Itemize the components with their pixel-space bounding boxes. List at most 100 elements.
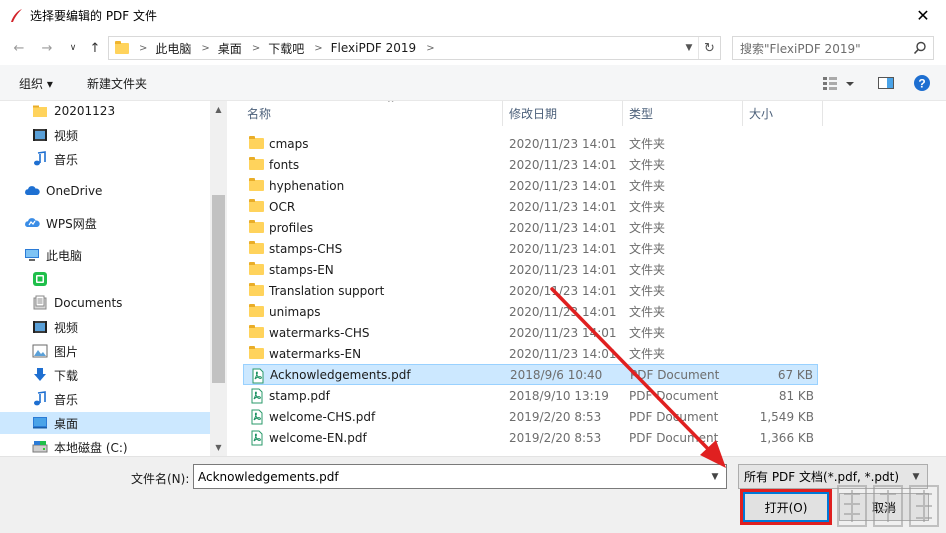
view-options-icon[interactable] bbox=[822, 74, 856, 92]
folder-icon bbox=[249, 220, 265, 234]
chevron-down-icon[interactable]: ▼ bbox=[706, 465, 724, 488]
up-button[interactable]: ↑ bbox=[86, 39, 104, 57]
folder-icon bbox=[249, 304, 265, 318]
column-header-name[interactable]: 名称 ^ bbox=[247, 101, 502, 126]
sidebar-item[interactable]: WPS网盘 bbox=[0, 212, 210, 234]
file-type: 文件夹 bbox=[629, 305, 666, 319]
sidebar-item[interactable]: 图片 bbox=[0, 340, 210, 362]
file-row[interactable]: stamps-CHS 2020/11/23 14:01 文件夹 bbox=[243, 238, 818, 259]
folder-icon bbox=[249, 136, 265, 150]
chevron-right-icon: > bbox=[426, 42, 435, 54]
sidebar-item[interactable]: 本地磁盘 (C:) bbox=[0, 436, 210, 456]
scroll-down-arrow-icon[interactable]: ▼ bbox=[210, 439, 227, 456]
sidebar-item[interactable]: 音乐 bbox=[0, 388, 210, 410]
column-divider[interactable] bbox=[622, 101, 623, 126]
file-name: fonts bbox=[269, 157, 300, 172]
file-row[interactable]: watermarks-EN 2020/11/23 14:01 文件夹 bbox=[243, 343, 818, 364]
file-name: cmaps bbox=[269, 136, 309, 151]
address-bar[interactable]: > 此电脑 > 桌面 > 下载吧 > FlexiPDF 2019 > ▼ ↻ bbox=[108, 36, 721, 60]
file-modified-date: 2019/2/20 8:53 bbox=[509, 430, 602, 445]
file-row[interactable]: unimaps 2020/11/23 14:01 文件夹 bbox=[243, 301, 818, 322]
forward-button[interactable]: → bbox=[38, 39, 56, 57]
column-size-label: 大小 bbox=[749, 107, 774, 121]
file-modified-date: 2020/11/23 14:01 bbox=[509, 304, 617, 319]
sidebar-item[interactable]: OneDrive bbox=[0, 180, 210, 202]
file-name: welcome-CHS.pdf bbox=[269, 409, 376, 424]
file-row[interactable]: welcome-CHS.pdf 2019/2/20 8:53 PDF Documen… bbox=[243, 406, 818, 427]
preview-pane-icon[interactable] bbox=[877, 74, 895, 92]
file-type: 文件夹 bbox=[629, 137, 666, 151]
breadcrumb-downloads[interactable]: 下载吧 bbox=[268, 40, 304, 57]
sidebar-item[interactable]: 桌面 bbox=[0, 412, 210, 434]
file-row[interactable]: Acknowledgements.pdf 2018/9/6 10:40 PDF Do… bbox=[243, 364, 818, 385]
file-row[interactable]: cmaps 2020/11/23 14:01 文件夹 bbox=[243, 133, 818, 154]
sidebar-item[interactable]: 视频 bbox=[0, 124, 210, 146]
sidebar-item-label: 图片 bbox=[54, 344, 79, 359]
file-modified-date: 2020/11/23 14:01 bbox=[509, 346, 617, 361]
file-modified-date: 2020/11/23 14:01 bbox=[509, 136, 617, 151]
new-folder-button[interactable]: 新建文件夹 bbox=[87, 75, 147, 92]
sidebar-item-label: 此电脑 bbox=[46, 248, 83, 263]
breadcrumb-flexipdf[interactable]: FlexiPDF 2019 bbox=[331, 41, 417, 55]
column-divider[interactable] bbox=[502, 101, 503, 126]
file-size: 1,549 KB bbox=[759, 409, 814, 424]
file-type: PDF Document bbox=[630, 367, 720, 382]
sidebar-item-label: WPS网盘 bbox=[46, 216, 97, 231]
file-modified-date: 2020/11/23 14:01 bbox=[509, 220, 617, 235]
refresh-button[interactable]: ↻ bbox=[698, 37, 720, 59]
chevron-down-icon[interactable]: ▼ bbox=[680, 37, 698, 59]
sidebar-item[interactable]: 下载 bbox=[0, 364, 210, 386]
column-header-modified[interactable]: 修改日期 bbox=[509, 101, 622, 126]
sidebar-item[interactable] bbox=[0, 268, 210, 290]
search-placeholder: 搜索"FlexiPDF 2019" bbox=[740, 41, 861, 56]
sidebar-item[interactable]: Documents bbox=[0, 292, 210, 314]
pdf-file-icon bbox=[249, 409, 265, 425]
file-row[interactable]: hyphenation 2020/11/23 14:01 文件夹 bbox=[243, 175, 818, 196]
folder-icon bbox=[249, 283, 265, 297]
scrollbar-thumb[interactable] bbox=[212, 195, 225, 383]
download-icon bbox=[32, 367, 48, 383]
recent-locations-button[interactable]: ∨ bbox=[64, 39, 82, 57]
scroll-up-arrow-icon[interactable]: ▲ bbox=[210, 101, 227, 118]
chevron-right-icon: > bbox=[314, 42, 323, 54]
column-header-size[interactable]: 大小 bbox=[749, 101, 819, 126]
file-name: stamps-CHS bbox=[269, 241, 343, 256]
file-row[interactable]: watermarks-CHS 2020/11/23 14:01 文件夹 bbox=[243, 322, 818, 343]
help-icon[interactable]: ? bbox=[913, 74, 931, 92]
organize-button[interactable]: 组织 ▾ bbox=[19, 75, 53, 92]
column-header-type[interactable]: 类型 bbox=[629, 101, 742, 126]
close-button[interactable]: ✕ bbox=[900, 0, 946, 31]
breadcrumb-desktop[interactable]: 桌面 bbox=[218, 40, 242, 57]
sidebar-item-label: 桌面 bbox=[54, 416, 79, 431]
file-row[interactable]: profiles 2020/11/23 14:01 文件夹 bbox=[243, 217, 818, 238]
file-row[interactable]: welcome-EN.pdf 2019/2/20 8:53 PDF Document… bbox=[243, 427, 818, 448]
sidebar-scrollbar[interactable]: ▲ ▼ bbox=[210, 101, 227, 456]
sidebar-item[interactable]: 此电脑 bbox=[0, 244, 210, 266]
file-row[interactable]: OCR 2020/11/23 14:01 文件夹 bbox=[243, 196, 818, 217]
file-modified-date: 2020/11/23 14:01 bbox=[509, 157, 617, 172]
file-row[interactable]: Translation support 2020/11/23 14:01 文件夹 bbox=[243, 280, 818, 301]
sidebar-item-label: Documents bbox=[54, 296, 123, 310]
file-row[interactable]: fonts 2020/11/23 14:01 文件夹 bbox=[243, 154, 818, 175]
sidebar-item[interactable]: 音乐 bbox=[0, 148, 210, 170]
folder-icon bbox=[249, 157, 265, 171]
file-name: watermarks-CHS bbox=[269, 325, 370, 340]
column-divider[interactable] bbox=[822, 101, 823, 126]
sidebar-item-label: OneDrive bbox=[46, 184, 103, 198]
chevron-right-icon: > bbox=[251, 42, 261, 54]
file-row[interactable]: stamp.pdf 2018/9/10 13:19 PDF Document 81 K… bbox=[243, 385, 818, 406]
sidebar-item[interactable]: 20201123 bbox=[0, 101, 210, 122]
back-button[interactable]: ← bbox=[10, 39, 28, 57]
column-modified-label: 修改日期 bbox=[509, 107, 558, 121]
file-row[interactable]: stamps-EN 2020/11/23 14:01 文件夹 bbox=[243, 259, 818, 280]
title-bar: 选择要编辑的 PDF 文件 ✕ bbox=[0, 0, 946, 31]
search-input[interactable]: 搜索"FlexiPDF 2019" bbox=[732, 36, 934, 60]
column-divider[interactable] bbox=[742, 101, 743, 126]
navigation-pane: 20201123 视频 音乐 OneDrive WPS网盘 此电脑 Documents 视频图… bbox=[0, 101, 210, 456]
pdf-file-icon bbox=[250, 368, 266, 384]
sidebar-item[interactable]: 视频 bbox=[0, 316, 210, 338]
bottom-panel: 文件名(N): Acknowledgements.pdf ▼ 所有 PDF 文档… bbox=[0, 456, 946, 533]
breadcrumb-this-pc[interactable]: 此电脑 bbox=[155, 40, 191, 57]
pictures-icon bbox=[32, 343, 48, 359]
filename-input[interactable]: Acknowledgements.pdf ▼ bbox=[193, 464, 727, 489]
